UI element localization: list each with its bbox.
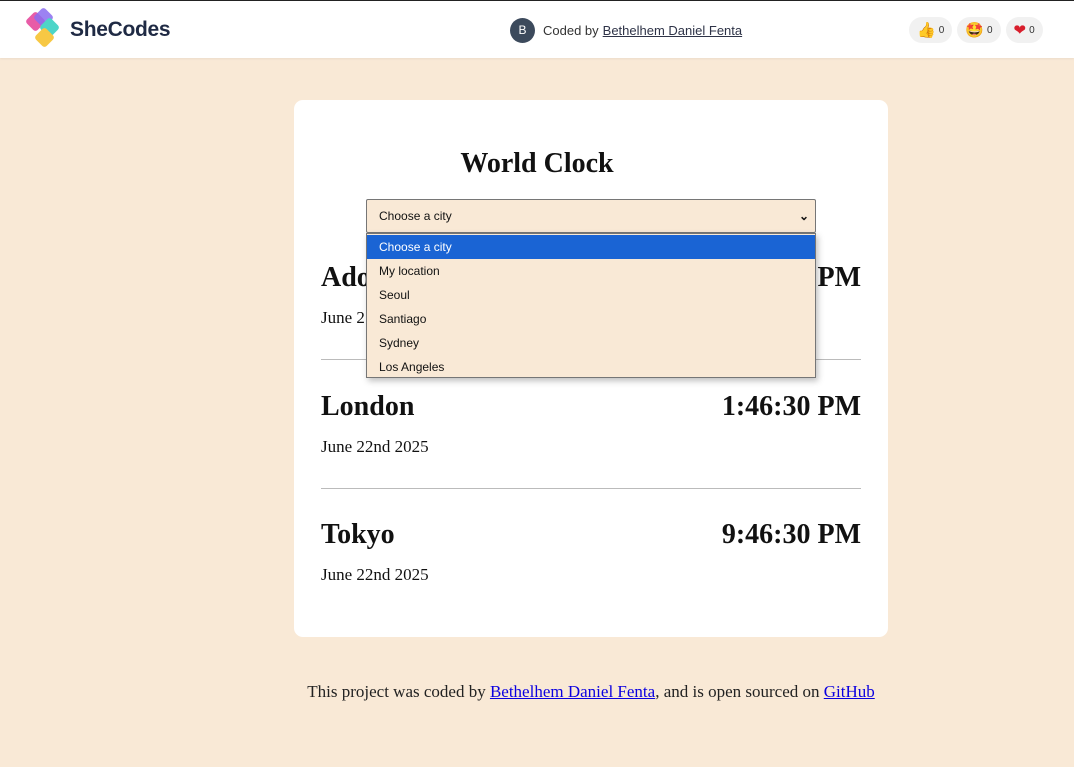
city-time: PM: [817, 262, 861, 293]
city-select[interactable]: Choose a city ⌄: [366, 199, 816, 233]
chevron-down-icon: ⌄: [798, 209, 809, 223]
top-bar: SheCodes B Coded by Bethelhem Daniel Fen…: [0, 0, 1074, 58]
footer-author-link[interactable]: Bethelhem Daniel Fenta: [490, 682, 655, 701]
city-time: 9:46:30 PM: [721, 519, 861, 550]
brand-name: SheCodes: [70, 18, 171, 41]
reaction-count: 0: [986, 24, 993, 36]
reaction-thumbs-up[interactable]: 👍 0: [909, 17, 953, 43]
reaction-star-eyes[interactable]: 🤩 0: [957, 17, 1001, 43]
github-link[interactable]: GitHub: [824, 682, 875, 701]
footer-text: This project was coded by: [307, 682, 490, 701]
divider: [321, 488, 861, 489]
reaction-heart[interactable]: ❤ 0: [1005, 17, 1043, 43]
city-name: Tokyo: [321, 519, 395, 550]
option-my-location[interactable]: My location: [367, 259, 815, 283]
logo-mark-icon: [24, 6, 68, 50]
option-choose-a-city[interactable]: Choose a city: [367, 235, 815, 259]
option-seoul[interactable]: Seoul: [367, 283, 815, 307]
footer-text: , and is open sourced on: [655, 682, 824, 701]
thumbs-up-icon: 👍: [917, 21, 936, 39]
city-select-value: Choose a city: [379, 209, 452, 223]
city-date: June 22nd 2025: [321, 437, 429, 456]
reaction-count: 0: [938, 24, 945, 36]
option-sydney[interactable]: Sydney: [367, 331, 815, 355]
city-time: 1:46:30 PM: [721, 391, 861, 422]
reactions: 👍 0 🤩 0 ❤ 0: [909, 17, 1048, 43]
coded-by-label: Coded by: [543, 22, 599, 38]
heart-icon: ❤: [1013, 21, 1027, 39]
avatar: B: [510, 17, 535, 43]
star-eyes-icon: 🤩: [965, 21, 984, 39]
coded-by: B Coded by Bethelhem Daniel Fenta: [510, 17, 742, 43]
option-los-angeles[interactable]: Los Angeles: [367, 355, 815, 379]
city-date: June 22nd 2025: [321, 565, 429, 584]
city-name: London: [321, 391, 415, 422]
footer: This project was coded by Bethelhem Dani…: [0, 682, 1074, 702]
option-santiago[interactable]: Santiago: [367, 307, 815, 331]
city-dropdown-list: Choose a city My location Seoul Santiago…: [366, 233, 816, 378]
city-date: June 2: [321, 308, 365, 327]
author-link[interactable]: Bethelhem Daniel Fenta: [603, 23, 742, 38]
page-title: World Clock: [460, 148, 614, 179]
reaction-count: 0: [1029, 24, 1035, 36]
shecodes-logo[interactable]: SheCodes: [24, 6, 171, 50]
city-name: Ado: [321, 262, 371, 293]
